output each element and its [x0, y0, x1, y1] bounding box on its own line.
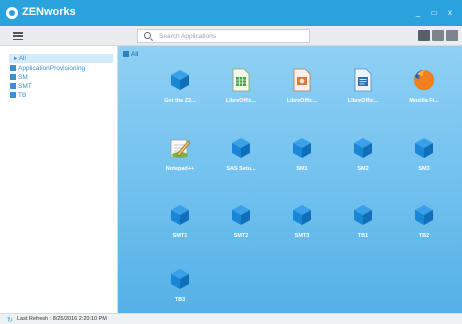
app-tile-label: TB1	[357, 233, 369, 239]
minimize-button[interactable]: _	[412, 7, 424, 19]
cube-icon	[290, 136, 314, 160]
firefox-icon	[412, 68, 436, 92]
toolbar	[0, 26, 462, 46]
app-tile-label: LibreOffic...	[286, 98, 318, 104]
last-refresh-text: Last Refresh : 8/25/2016 2:20:10 PM	[17, 316, 107, 322]
sidebar-item-all[interactable]: ▸ All	[9, 54, 113, 63]
cube-icon	[229, 136, 253, 160]
app-tile-label: TB2	[418, 233, 430, 239]
cube-icon	[290, 203, 314, 227]
sidebar-item-label: TB	[18, 92, 27, 99]
cube-icon	[412, 136, 436, 160]
refresh-icon[interactable]: ↻	[7, 316, 13, 324]
app-tile[interactable]: SM2	[333, 136, 393, 186]
sidebar-item-tb[interactable]: TB	[10, 91, 26, 100]
app-tile-label: LibreOffic...	[225, 98, 257, 104]
app-tile[interactable]: Notepad++	[150, 136, 210, 186]
app-tile[interactable]: SM1	[272, 136, 332, 186]
list-view-icon[interactable]	[418, 30, 430, 41]
sidebar-item-label: SMT	[18, 83, 32, 90]
app-tile[interactable]: SMT3	[272, 203, 332, 253]
sidebar-item-smt[interactable]: SMT	[10, 82, 32, 91]
search-icon[interactable]	[144, 32, 151, 39]
app-tile[interactable]: TB3	[150, 267, 210, 313]
app-tile[interactable]: Mozilla Fi...	[394, 68, 454, 118]
close-button[interactable]: x	[444, 7, 456, 19]
search-box[interactable]	[137, 29, 310, 43]
maximize-button[interactable]: ▭	[428, 7, 440, 19]
cube-icon	[168, 267, 192, 291]
breadcrumb: All	[123, 51, 138, 58]
title-bar: ZENworks _ ▭ x	[0, 0, 462, 26]
sidebar-item-sm[interactable]: SM	[10, 73, 28, 82]
app-tile-label: SM2	[357, 166, 369, 172]
app-tile-label: Notepad++	[165, 166, 195, 172]
sidebar-item-label: SM	[18, 74, 28, 81]
libreoffice-calc-icon	[229, 68, 253, 92]
menu-icon[interactable]	[13, 32, 23, 41]
app-tile-label: TB3	[174, 297, 186, 303]
cube-icon	[229, 203, 253, 227]
cube-icon	[412, 203, 436, 227]
status-bar: ↻ Last Refresh : 8/25/2016 2:20:10 PM	[0, 313, 462, 324]
app-tile[interactable]: TB2	[394, 203, 454, 253]
app-tile-label: SAS Setu...	[226, 166, 256, 172]
folder-icon	[123, 51, 129, 57]
app-title: ZENworks	[22, 6, 76, 18]
app-tile-label: SMT2	[233, 233, 249, 239]
app-tile[interactable]: TB1	[333, 203, 393, 253]
folder-icon	[10, 74, 16, 80]
applications-panel: All Get the Z2... LibreOffic... LibreOffic…	[118, 46, 462, 313]
libreoffice-writer-icon	[351, 68, 375, 92]
folder-icon	[10, 65, 16, 71]
folder-icon	[10, 83, 16, 89]
sidebar-item-applicationprovisioning[interactable]: ApplicationProvisioning	[10, 64, 85, 73]
cube-icon	[168, 203, 192, 227]
zenworks-logo-icon	[6, 7, 18, 19]
app-tile[interactable]: SM3	[394, 136, 454, 186]
app-tile-label: Mozilla Fi...	[409, 98, 439, 104]
cube-icon	[168, 68, 192, 92]
app-tile-label: Get the Z2...	[164, 98, 196, 104]
search-input[interactable]	[159, 31, 304, 42]
notepadpp-icon	[168, 136, 192, 160]
app-tile[interactable]: SMT2	[211, 203, 271, 253]
cube-icon	[351, 136, 375, 160]
sidebar-item-label: All	[18, 55, 26, 62]
app-tile-label: SM3	[418, 166, 430, 172]
app-tile-label: SMT3	[294, 233, 310, 239]
folder-icon	[10, 92, 16, 98]
libreoffice-impress-icon	[290, 68, 314, 92]
app-tile[interactable]: LibreOffic...	[272, 68, 332, 118]
sidebar-item-label: ApplicationProvisioning	[18, 65, 86, 72]
app-tile[interactable]: SMT1	[150, 203, 210, 253]
app-tile[interactable]: Get the Z2...	[150, 68, 210, 118]
grid-view-icon[interactable]	[432, 30, 444, 41]
app-tile-label: SM1	[296, 166, 308, 172]
app-tile-label: LibreOffic...	[347, 98, 379, 104]
app-tile[interactable]: SAS Setu...	[211, 136, 271, 186]
cube-icon	[351, 203, 375, 227]
app-tile[interactable]: LibreOffic...	[333, 68, 393, 118]
app-tile[interactable]: LibreOffic...	[211, 68, 271, 118]
app-tile-label: SMT1	[172, 233, 188, 239]
breadcrumb-label: All	[131, 51, 139, 58]
sidebar: ▸ All ApplicationProvisioning SM SMT TB	[0, 46, 118, 313]
tile-view-icon[interactable]	[446, 30, 458, 41]
